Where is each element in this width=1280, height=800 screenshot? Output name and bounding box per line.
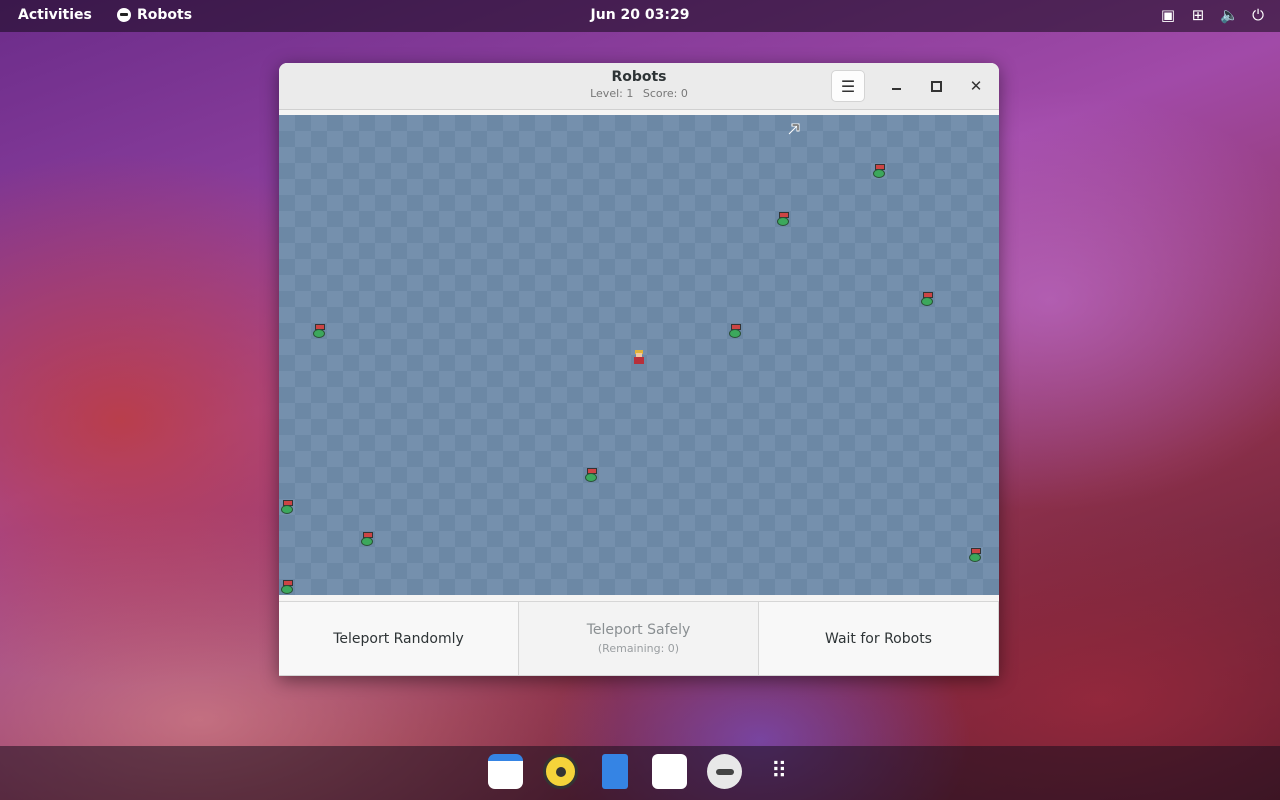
volume-icon[interactable]: 🔈 <box>1220 6 1239 24</box>
teleport-randomly-button[interactable]: Teleport Randomly <box>279 601 519 676</box>
level-label: Level: 1 <box>590 87 634 100</box>
robot-icon <box>361 532 373 546</box>
action-bar: Teleport Randomly Teleport Safely (Remai… <box>279 601 999 676</box>
robot-icon <box>281 580 293 594</box>
top-bar: Activities Robots Jun 20 03:29 ▣ ⊞ 🔈 ⏻ <box>0 0 1280 32</box>
robot-icon <box>281 500 293 514</box>
wait-for-robots-label: Wait for Robots <box>825 630 932 647</box>
clock[interactable]: Jun 20 03:29 <box>0 7 1280 23</box>
teleport-safely-button[interactable]: Teleport Safely (Remaining: 0) <box>518 601 759 676</box>
teleport-safely-remaining: (Remaining: 0) <box>597 642 680 655</box>
minimize-icon <box>891 88 901 90</box>
teleport-randomly-label: Teleport Randomly <box>333 630 464 647</box>
rhythmbox-icon[interactable] <box>543 754 578 789</box>
minimize-button[interactable] <box>885 75 907 97</box>
mouse-pointer-icon <box>788 123 800 135</box>
robot-icon <box>873 164 885 178</box>
hamburger-icon: ☰ <box>840 76 856 96</box>
score-label: Score: 0 <box>642 87 688 100</box>
robot-icon <box>585 468 597 482</box>
main-menu-button[interactable]: ☰ <box>831 70 865 102</box>
maximize-button[interactable] <box>925 75 947 97</box>
software-icon[interactable] <box>652 754 687 789</box>
robot-icon <box>921 292 933 306</box>
game-board[interactable] <box>279 115 999 595</box>
system-tray[interactable]: ▣ ⊞ 🔈 ⏻ <box>1160 6 1266 24</box>
robots-icon[interactable] <box>707 754 742 789</box>
close-button[interactable]: ✕ <box>965 75 987 97</box>
header-bar[interactable]: Robots Level: 1 Score: 0 ☰ ✕ <box>279 63 999 110</box>
wait-for-robots-button[interactable]: Wait for Robots <box>758 601 999 676</box>
robot-icon <box>777 212 789 226</box>
robot-icon <box>729 324 741 338</box>
power-icon[interactable]: ⏻ <box>1250 6 1266 24</box>
robot-icon <box>969 548 981 562</box>
maximize-icon <box>930 80 942 92</box>
calendar-icon[interactable] <box>488 754 523 789</box>
show-apps-icon[interactable]: ⠿ <box>762 754 797 789</box>
files-icon[interactable] <box>602 754 628 789</box>
robots-window: Robots Level: 1 Score: 0 ☰ ✕ Teleport Ra… <box>279 63 999 676</box>
screen-share-icon[interactable]: ▣ <box>1160 6 1176 24</box>
teleport-safely-label: Teleport Safely <box>586 622 691 638</box>
player-icon <box>633 349 645 364</box>
dock: ⠿ <box>0 746 1280 800</box>
network-icon[interactable]: ⊞ <box>1190 6 1206 24</box>
robot-icon <box>313 324 325 338</box>
close-icon: ✕ <box>969 77 983 95</box>
